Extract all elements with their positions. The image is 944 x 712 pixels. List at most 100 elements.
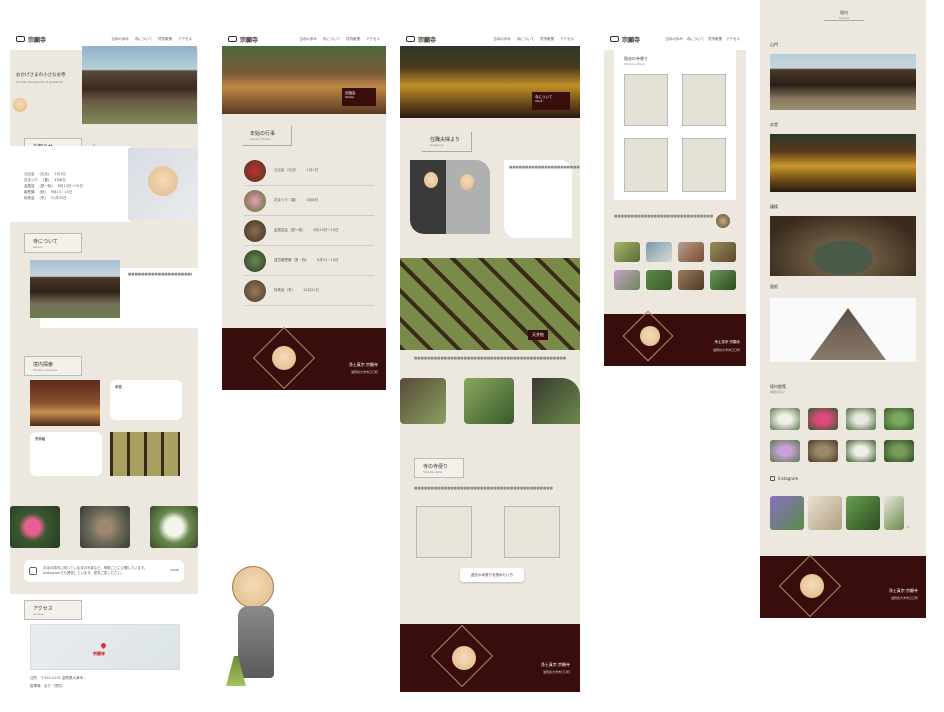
event-row[interactable]: 盂蘭盆会（夏〜秋） 8月13日〜15日 (244, 216, 374, 246)
flower-thumb[interactable] (770, 440, 800, 462)
monk-robe (238, 606, 274, 678)
instagram-icon (770, 476, 775, 481)
nav-item-intro[interactable]: 当寺の歩み (665, 37, 683, 42)
site-logo[interactable]: 宗願寺 (610, 35, 640, 44)
gallery-thumb[interactable] (678, 242, 704, 262)
newsletter-scan[interactable] (682, 74, 726, 126)
site-logo[interactable]: 宗願寺 (16, 35, 46, 44)
footer-address: 滋賀県大津市〇〇町 (542, 670, 570, 674)
ceiling-card[interactable]: 天井絵 (30, 432, 102, 476)
newsletter-scan[interactable] (682, 138, 726, 192)
newsletter-scan[interactable] (624, 138, 668, 192)
gallery-thumb[interactable] (710, 242, 736, 262)
event-thumbnail (244, 189, 266, 212)
caption-hall: 本堂 (770, 122, 778, 127)
footer-monk-icon (452, 646, 476, 670)
gate-photo (770, 54, 916, 110)
nav-item-explore[interactable]: 境内散策 (346, 37, 360, 42)
nav-item-about[interactable]: 寺について (517, 37, 534, 42)
instagram-title: Instagram (770, 476, 798, 481)
footer-address: 滋賀県大津市〇〇町 (712, 348, 740, 352)
event-thumbnail (244, 279, 266, 302)
instagram-banner[interactable]: お寺の境内に咲いている花の写真など、季節ごとに公開しています。Instagram… (24, 560, 184, 582)
newsletter-image (416, 506, 472, 558)
bell-photo (770, 216, 916, 276)
flower-thumb[interactable] (808, 440, 838, 462)
main-hall-photo (30, 380, 100, 426)
nav-item-explore[interactable]: 境内散策 (540, 37, 554, 42)
nav-item-about[interactable]: 寺について (135, 37, 152, 42)
gallery-thumb[interactable] (614, 270, 640, 290)
flower-thumb[interactable] (808, 408, 838, 430)
instagram-icon (29, 567, 37, 575)
letters-button[interactable]: 過去の寺便りを読みたい方 (460, 568, 524, 582)
flower-thumb[interactable] (770, 408, 800, 430)
newsletter-scan[interactable] (624, 74, 668, 126)
footer-monk-icon (272, 346, 296, 370)
instagram-post[interactable] (884, 496, 904, 530)
flower-photo (150, 506, 198, 548)
event-row[interactable]: 元旦会（元旦） 1月1日 (244, 156, 374, 186)
event-row[interactable]: 花まつり（春） 4月8日 (244, 186, 374, 216)
gallery-thumb[interactable] (646, 242, 672, 262)
footer: 浄土真宗 宗願寺 滋賀県大津市〇〇町 (222, 326, 386, 390)
event-row[interactable]: 遠忌報恩講（夏・秋） 9月14・15日 (244, 246, 374, 276)
footer: 浄土真宗 宗願寺 滋賀県大津市〇〇町 (604, 310, 746, 366)
access-map[interactable]: 宗願寺 (30, 624, 180, 670)
instagram-post[interactable] (846, 496, 880, 530)
ceiling-photo (110, 432, 180, 476)
instagram-post[interactable] (808, 496, 842, 530)
flower-thumb[interactable] (884, 440, 914, 462)
map-label: 宗願寺 (93, 651, 105, 656)
footer-monk-icon (640, 326, 660, 346)
events-title: 年始の行事 Season Event (242, 126, 292, 146)
letters-title: 過去の寺便り Temple letters (624, 56, 648, 66)
nav-item-intro[interactable]: 当寺の歩み (493, 37, 511, 42)
flower-thumb[interactable] (846, 440, 876, 462)
nav-item-explore[interactable]: 境内散策 (158, 37, 172, 42)
ceiling-caption: 天井絵 (528, 330, 548, 340)
events-list: 元旦会（元旦） 1月1日 花まつり（春） 4月8日 盂蘭盆会（夏〜秋） 8月13日〜1… (244, 156, 374, 306)
hero-text: おかげさまの小さなお寺 (16, 73, 66, 78)
gallery-thumb[interactable] (678, 270, 704, 290)
greeting-card: ■■■■■■■■■■■■■■■■■■■■■■■■■■■■■■■■■■■■■■■■… (504, 160, 580, 238)
ceiling-description: ■■■■■■■■■■■■■■■■■■■■■■■■■■■■■■■■■■■■■■■■… (414, 356, 567, 360)
event-thumbnail (244, 219, 266, 242)
news-item[interactable]: 除夜会 (冬) 12月31日 (24, 196, 124, 202)
nav-item-about[interactable]: 寺について (323, 37, 340, 42)
greeting-title: 住職夫婦より Greeting (422, 132, 472, 152)
caption-gate: 山門 (770, 42, 778, 47)
site-logo[interactable]: 宗願寺 (406, 35, 436, 44)
nav-item-explore[interactable]: 境内散策 (708, 37, 722, 42)
footer: 浄土真宗 宗願寺 滋賀県大津市〇〇町 (760, 554, 926, 618)
letters-description: ■■■■■■■■■■■■■■■■■■■■■■■■■■■■■■■■■■■■■■■■… (414, 486, 553, 490)
nav-item-access[interactable]: アクセス (560, 37, 574, 42)
nav-item-access[interactable]: アクセス (726, 37, 740, 42)
explore-title: 境内探索 Explore temples (24, 356, 82, 376)
main-nav: 当寺の歩み 寺について 境内散策 アクセス (111, 37, 192, 42)
main-hall-card[interactable]: 本堂 (110, 380, 182, 420)
flower-thumb[interactable] (884, 408, 914, 430)
caption-bell: 鐘楼 (770, 204, 778, 209)
flower-thumb[interactable] (846, 408, 876, 430)
instagram-post[interactable] (770, 496, 804, 530)
site-logo[interactable]: 宗願寺 (228, 35, 258, 44)
nav-item-intro[interactable]: 当寺の歩み (111, 37, 129, 42)
event-row[interactable]: 除夜会（冬） 12月31日 (244, 276, 374, 306)
nav-item-access[interactable]: アクセス (178, 37, 192, 42)
footer: 浄土真宗 宗願寺 滋賀県大津市〇〇町 (400, 624, 580, 692)
nav-item-about[interactable]: 寺について (687, 37, 704, 42)
logo-icon (610, 36, 619, 42)
hero-subtext: A small temple full of gratitude (16, 80, 63, 84)
gallery-thumb[interactable] (614, 242, 640, 262)
hero-caption: 初詣会 Temple (342, 88, 376, 106)
nav-item-intro[interactable]: 当寺の歩み (299, 37, 317, 42)
page-home: 宗願寺 当寺の歩み 寺について 境内散策 アクセス おかげさまの小さなお寺 A … (10, 28, 198, 706)
gallery-thumb[interactable] (646, 270, 672, 290)
gallery-thumb[interactable] (710, 270, 736, 290)
chevron-right-icon[interactable]: » (906, 524, 910, 531)
footer-name: 浄土真宗 宗願寺 (540, 662, 570, 667)
monk-mascot-illustration (222, 566, 290, 688)
nav-item-access[interactable]: アクセス (366, 37, 380, 42)
flowers-title: 境内散策 季節の花々 (770, 384, 786, 394)
